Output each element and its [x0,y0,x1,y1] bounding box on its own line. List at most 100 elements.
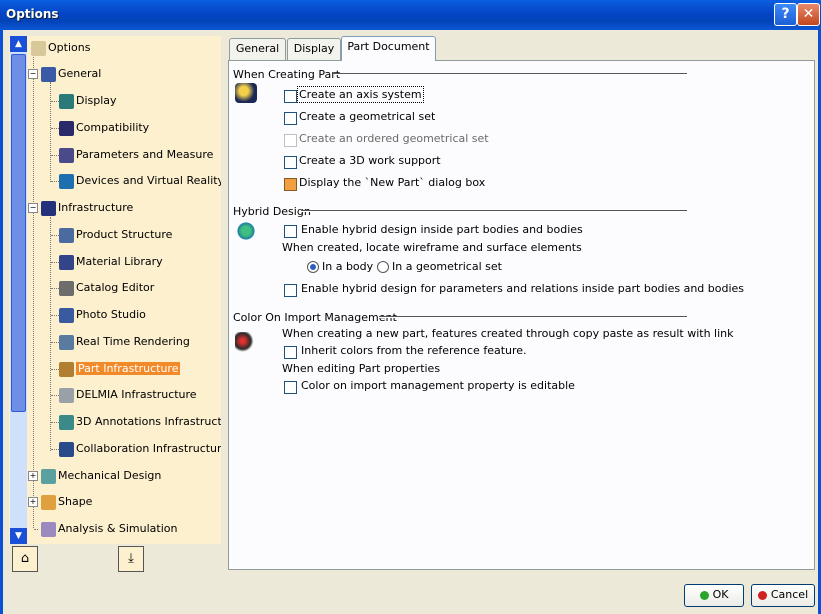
help-button[interactable]: ? [774,3,797,26]
tree-item-display[interactable]: Display [59,92,117,110]
tree-connector [51,369,59,370]
tree-item-infrastructure[interactable]: Infrastructure [41,199,133,217]
expand-icon[interactable]: + [28,471,38,481]
part-document-panel: When Creating Part Create an axis system… [228,60,815,570]
tree-item-photo-studio[interactable]: Photo Studio [59,306,146,324]
color-editable-checkbox[interactable] [284,381,297,394]
close-button[interactable]: ✕ [797,3,820,26]
option-label-4: Display the `New Part` dialog box [299,176,486,189]
tree-connector [51,128,59,129]
section-rule-hybrid [301,210,687,212]
tree-guide-general [50,82,51,182]
tab-general[interactable]: General [229,38,286,60]
enable-hybrid-params-checkbox[interactable] [284,284,297,297]
tree-item-compatibility[interactable]: Compatibility [59,119,149,137]
option-label-0: Create an axis system [297,86,424,103]
infrastructure-icon [41,200,56,216]
option-label-3: Create a 3D work support [299,154,441,167]
tree-item-part-infrastructure[interactable]: Part Infrastructure [59,360,181,378]
tree-item-label: Photo Studio [76,308,146,321]
window-title: Options [6,7,59,21]
tree-guide-root [33,50,34,528]
tree-item-label: Display [76,94,117,107]
tree-connector [34,529,38,530]
tree-item-real-time-rendering[interactable]: Real Time Rendering [59,333,190,351]
tree-connector [51,422,59,423]
general-icon [41,66,56,82]
scroll-up-button[interactable]: ▲ [10,36,27,52]
inherit-colors-checkbox[interactable] [284,346,297,359]
ok-label: OK [712,588,729,601]
parameters-icon [59,147,74,163]
scroll-thumb[interactable] [11,54,26,412]
editing-properties-text: When editing Part properties [282,362,441,375]
tree-item-label: Compatibility [76,121,150,134]
section-title-creating: When Creating Part [233,68,341,81]
ok-icon [699,590,709,600]
collapse-icon[interactable]: − [28,203,38,213]
expand-icon[interactable]: + [28,497,38,507]
tree-item-general[interactable]: General [41,65,101,83]
tree-connector [51,262,59,263]
enable-hybrid-params-label: Enable hybrid design for parameters and … [301,282,745,295]
tree-connector [51,342,59,343]
collapse-icon[interactable]: − [28,69,38,79]
delmia-icon [59,387,74,403]
tree-scrollbar[interactable]: ▲ ▼ [10,36,27,544]
tree-item-3d-annotations-infrastructure[interactable]: 3D Annotations Infrastructure [59,413,221,431]
option-checkbox-1[interactable] [284,112,297,125]
radio-in-a-body[interactable] [307,261,319,273]
locate-elements-text: When created, locate wireframe and surfa… [282,241,582,254]
tree-item-mechanical-design[interactable]: Mechanical Design [41,467,161,485]
tree-item-label: Mechanical Design [58,469,162,482]
enable-hybrid-checkbox[interactable] [284,225,297,238]
tree-connector [51,155,59,156]
option-checkbox-0[interactable] [284,90,297,103]
tree-item-collaboration-infrastructure[interactable]: Collaboration Infrastructure [59,440,221,458]
tree-item-material-library[interactable]: Material Library [59,253,163,271]
tab-part-document[interactable]: Part Document [341,36,436,61]
option-label-1: Create a geometrical set [299,110,436,123]
tree-item-label: Product Structure [76,228,173,241]
tree-item-devices-and-virtual-reality[interactable]: Devices and Virtual Reality [59,172,221,190]
tree-root-options[interactable]: Options [31,39,90,57]
radio-in-geometrical-set-label: In a geometrical set [392,260,502,273]
section-rule-color [379,316,687,318]
shape-icon [41,494,56,510]
inherit-colors-label: Inherit colors from the reference featur… [301,344,527,357]
tree-item-label: Collaboration Infrastructure [76,442,221,455]
tab-display[interactable]: Display [287,38,341,60]
tree-item-label: DELMIA Infrastructure [76,388,197,401]
collaboration-icon [59,441,74,457]
tree-connector [51,288,59,289]
tree-item-parameters-and-measure[interactable]: Parameters and Measure [59,146,213,164]
section-title-hybrid: Hybrid Design [233,205,311,218]
title-bar: Options ? ✕ [0,0,821,30]
radio-in-geometrical-set[interactable] [377,261,389,273]
color-editable-label: Color on import management property is e… [301,379,575,392]
cancel-button[interactable]: Cancel [751,584,815,607]
cancel-label: Cancel [770,588,809,601]
tree-item-label: Analysis & Simulation [58,522,178,535]
option-checkbox-2 [284,134,297,147]
tree-item-delmia-infrastructure[interactable]: DELMIA Infrastructure [59,386,197,404]
copy-paste-text: When creating a new part, features creat… [282,327,734,340]
part-infrastructure-icon [59,361,74,377]
compatibility-icon [59,120,74,136]
tree-item-product-structure[interactable]: Product Structure [59,226,172,244]
option-checkbox-3[interactable] [284,156,297,169]
catalog-editor-icon [59,280,74,296]
radio-in-a-body-label: In a body [322,260,374,273]
tree-connector [51,315,59,316]
cancel-icon [757,590,767,600]
home-options-icon[interactable]: ⌂ [12,546,38,572]
option-checkbox-4[interactable] [284,178,297,191]
tree-item-shape[interactable]: Shape [41,493,92,511]
tree-item-analysis-simulation[interactable]: Analysis & Simulation [41,520,178,538]
tree-item-catalog-editor[interactable]: Catalog Editor [59,279,154,297]
tree-item-label: Part Infrastructure [76,362,181,375]
reset-options-icon[interactable]: ⤓ [118,546,144,572]
ok-button[interactable]: OK [684,584,744,607]
scroll-down-button[interactable]: ▼ [10,528,27,544]
product-structure-icon [59,227,74,243]
